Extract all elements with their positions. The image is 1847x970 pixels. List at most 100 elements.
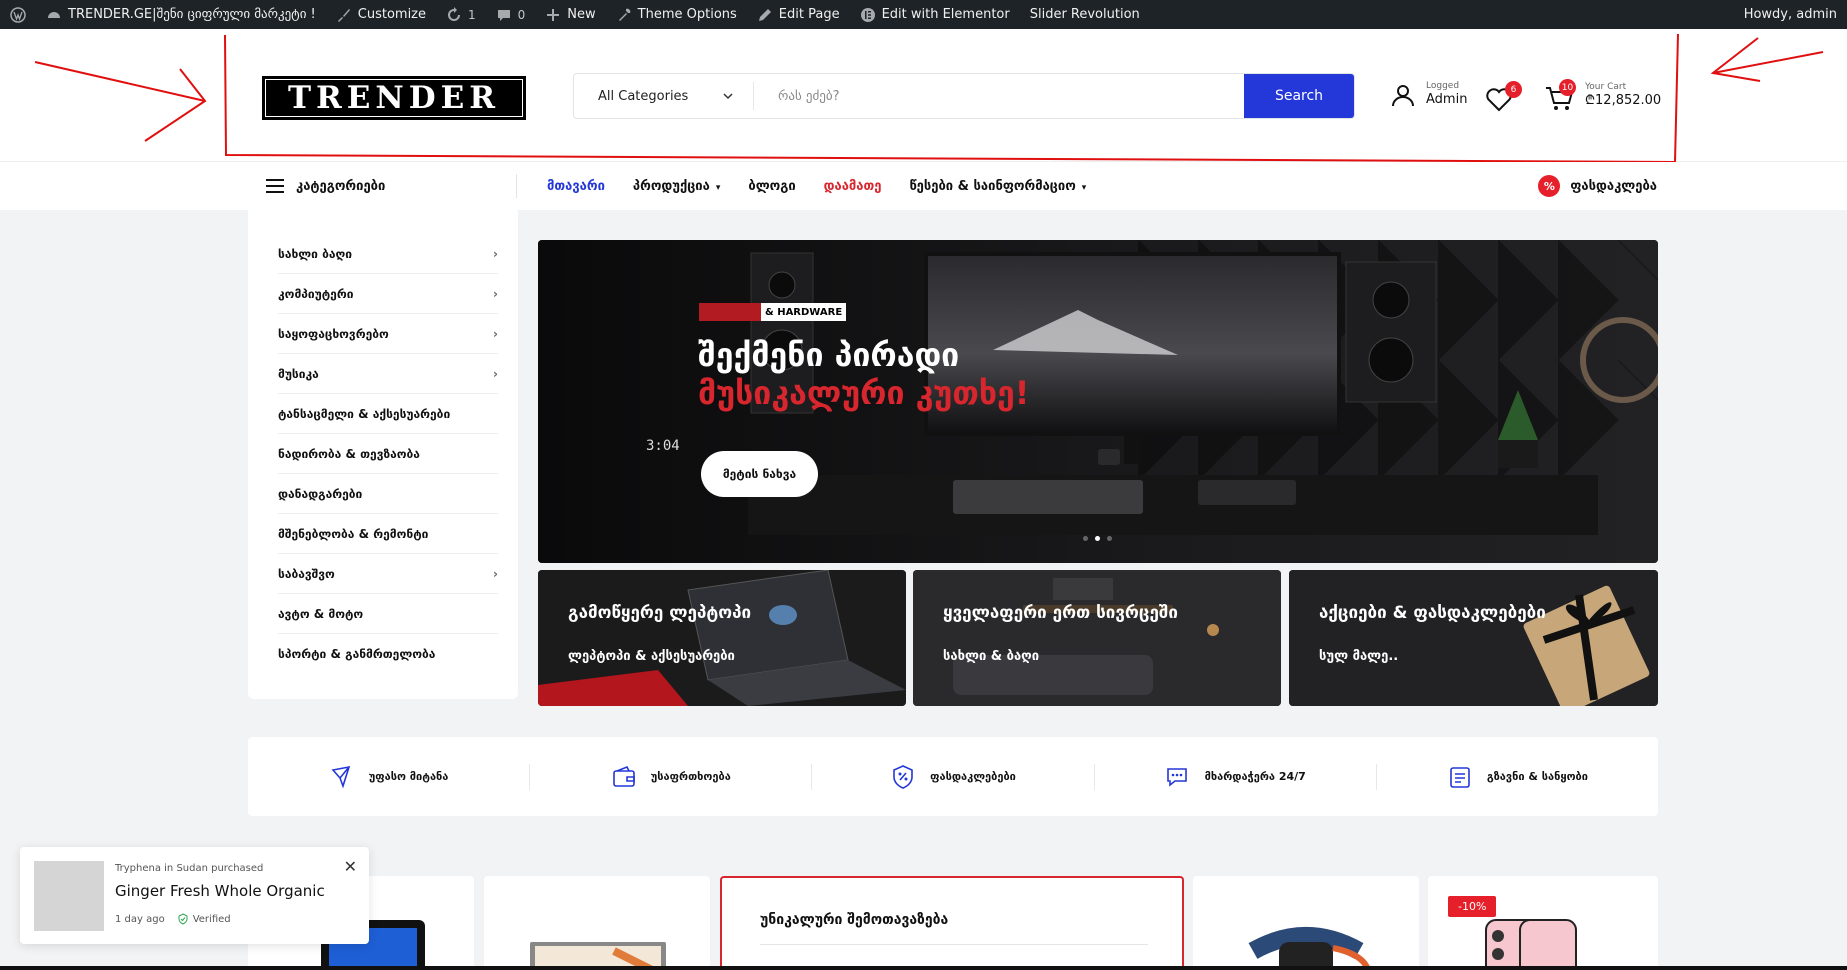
nav-item-promo[interactable]: დაამათე [824, 179, 882, 194]
nav-item-label: მთავარი [547, 178, 605, 194]
nav-item-label: ბლოგი [748, 178, 796, 194]
sidebar-item-equipment[interactable]: დანადგარები [278, 474, 498, 514]
sidebar-item-computer[interactable]: კომპიუტერი › [278, 274, 498, 314]
sidebar-item-sport[interactable]: სპორტი & განმრთელობა [278, 634, 498, 674]
hero-slider: 3:04 & HARDWARE შექმენი პირადი მუსიკალურ… [538, 240, 1658, 563]
wordpress-logo[interactable] [0, 0, 36, 29]
feature-security: უსაფრთხოება [530, 763, 813, 790]
clipboard-icon [1450, 766, 1470, 788]
sidebar-item-household[interactable]: საყოფაცხოვრებო › [278, 314, 498, 354]
cart-icon-wrap: 10 [1545, 79, 1577, 111]
promo-title: აქციები & ფასდაკლებები [1319, 603, 1546, 623]
edit-page-label: Edit Page [778, 7, 840, 22]
product-thumbnail [34, 861, 104, 931]
promo-banner-laptops[interactable]: გამოწყერე ლეპტოპი ლეპტოპი & აქსესუარები [538, 570, 906, 706]
search-input[interactable] [754, 74, 1244, 118]
nav-item-blog[interactable]: ბლოგი [748, 179, 795, 194]
product-card[interactable] [484, 876, 710, 970]
cart-link[interactable]: 10 Your Cart ₾12,852.00 [1545, 79, 1661, 111]
hero-headline-2: მუსიკალური კუთხე! [698, 374, 1030, 412]
edit-page-link[interactable]: Edit Page [747, 0, 850, 29]
slider-dot[interactable] [1107, 536, 1112, 541]
slider-revolution-link[interactable]: Slider Revolution [1020, 0, 1150, 29]
smartwatch-image [1248, 927, 1371, 970]
delivery-icon [331, 765, 350, 788]
edit-elementor-link[interactable]: Edit with Elementor [850, 0, 1020, 29]
laptop-product-image [530, 942, 666, 970]
feature-label: გზავნი & სანყობი [1486, 770, 1588, 783]
deals-label: ფასდაკლება [1570, 178, 1657, 194]
smartphone-image [1485, 919, 1577, 970]
user-icon [1392, 84, 1414, 106]
brush-icon [337, 8, 350, 22]
nav-item-products[interactable]: პროდუქცია ▾ [633, 179, 720, 194]
verified-label: Verified [192, 913, 231, 925]
product-search: All Categories Search [573, 73, 1355, 119]
theme-options-label: Theme Options [637, 7, 737, 22]
sidebar-item-home-garden[interactable]: სახლი ბაღი › [278, 234, 498, 274]
chevron-down-icon: ▾ [1081, 182, 1087, 193]
theme-options-link[interactable]: Theme Options [606, 0, 747, 29]
site-name-link[interactable]: TRENDER.GE|შენი ციფრული მარკეტი ! [36, 0, 326, 29]
deals-link[interactable]: % ფასდაკლება [1538, 162, 1657, 210]
promo-subtitle: სულ მალე.. [1319, 649, 1399, 664]
sidebar-item-construction[interactable]: მშენებლობა & რემონტი [278, 514, 498, 554]
chat-support-icon [1166, 767, 1187, 787]
promo-banner-home[interactable]: ყველაფერი ერთ სივრცეში სახლი & ბაღი [913, 570, 1281, 706]
product-card[interactable] [1193, 876, 1419, 970]
purchase-time: 1 day ago [115, 913, 165, 925]
sidebar-item-label: მუსიკა [278, 366, 319, 381]
sidebar-item-hunting[interactable]: ნადირობა & თევზაობა [278, 434, 498, 474]
promo-title: ყველაფერი ერთ სივრცეში [943, 603, 1178, 623]
gift-box-image [1289, 570, 1658, 706]
feature-discounts: ფასდაკლებები [812, 763, 1095, 790]
search-button[interactable]: Search [1244, 74, 1354, 118]
customize-link[interactable]: Customize [326, 0, 436, 29]
sidebar-item-auto-moto[interactable]: ავტო & მოტო [278, 594, 498, 634]
logo-text: TRENDER [287, 80, 501, 116]
site-logo[interactable]: TRENDER [262, 76, 526, 120]
hero-clock-text: 3:04 [646, 438, 680, 454]
promo-banner-deals[interactable]: აქციები & ფასდაკლებები სულ მალე.. [1289, 570, 1658, 706]
categories-label: კატეგორიები [296, 178, 386, 194]
sidebar-item-kids[interactable]: საბავშვო › [278, 554, 498, 594]
new-content-link[interactable]: New [535, 0, 605, 29]
slider-revolution-label: Slider Revolution [1029, 7, 1140, 22]
account-text: Logged Admin [1426, 81, 1467, 108]
chevron-right-icon: › [493, 566, 498, 581]
purchase-product[interactable]: Ginger Fresh Whole Organic [115, 882, 325, 900]
unique-offer-title: უნიკალური შემოთავაზება [760, 912, 949, 928]
pencil-icon [758, 8, 771, 21]
nav-item-home[interactable]: მთავარი [547, 179, 605, 194]
chevron-right-icon: › [493, 366, 498, 381]
slider-dot-active[interactable] [1095, 536, 1100, 541]
howdy-account-link[interactable]: Howdy, admin [1744, 0, 1837, 29]
main-navigation: კატეგორიები მთავარი პროდუქცია ▾ ბლოგი დაა… [0, 162, 1847, 210]
updates-count: 1 [468, 7, 476, 22]
search-category-select[interactable]: All Categories [574, 82, 754, 110]
close-icon[interactable]: ✕ [344, 857, 357, 876]
sidebar-item-label: მშენებლობა & რემონტი [278, 526, 429, 541]
divider [760, 944, 1148, 945]
wishlist-link[interactable]: 6 [1485, 81, 1525, 115]
howdy-label: Howdy, admin [1743, 7, 1837, 22]
sidebar-item-music[interactable]: მუსიკა › [278, 354, 498, 394]
nav-item-info[interactable]: წესები & საინფორმაციო ▾ [909, 179, 1086, 194]
recent-purchase-popup: Tryphena in Sudan purchased Ginger Fresh… [20, 847, 369, 944]
categories-toggle[interactable]: კატეგორიები [266, 162, 385, 210]
account-link[interactable]: Logged Admin [1390, 81, 1467, 108]
sidebar-item-clothing[interactable]: ტანსაცმელი & აქსესუარები [278, 394, 498, 434]
slider-dot[interactable] [1083, 536, 1088, 541]
chevron-right-icon: › [493, 246, 498, 261]
sidebar-item-label: სპორტი & განმრთელობა [278, 647, 436, 661]
product-card[interactable]: -10% [1428, 876, 1658, 970]
search-category-label: All Categories [598, 88, 689, 104]
menu-icon [266, 179, 284, 193]
nav-divider [516, 174, 517, 198]
sidebar-item-label: ავტო & მოტო [278, 606, 364, 621]
updates-link[interactable]: 1 [436, 0, 486, 29]
sidebar-item-label: დანადგარები [278, 486, 363, 501]
comments-link[interactable]: 0 [486, 0, 536, 29]
hero-see-more-button[interactable]: მეტის ნახვა [701, 451, 818, 497]
purchase-meta: 1 day ago Verified [115, 913, 231, 925]
